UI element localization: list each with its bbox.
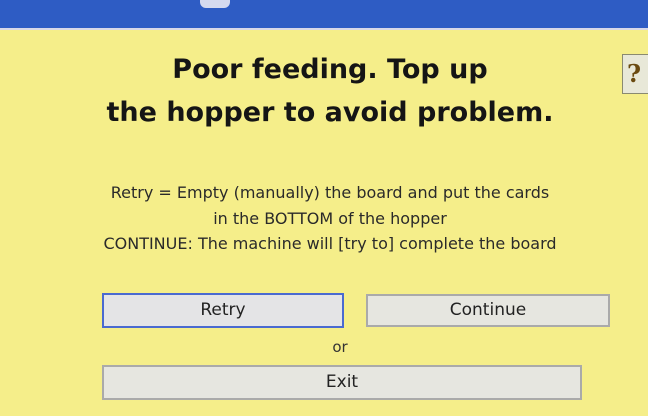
exit-button[interactable]: Exit [102,365,582,400]
instruction-continue-line: CONTINUE: The machine will [try to] comp… [103,234,557,254]
retry-button[interactable]: Retry [102,293,344,328]
instruction-retry-line-2: in the BOTTOM of the hopper [213,208,447,228]
feeding-alert-dialog: ? Poor feeding. Top up the hopper to avo… [0,0,648,416]
instructions-text: Retry = Empty (manually) the board and p… [0,180,648,257]
headline-line-1: Poor feeding. Top up [172,54,488,85]
instruction-retry-line-1: Retry = Empty (manually) the board and p… [110,183,550,202]
continue-button[interactable]: Continue [366,294,610,327]
window-titlebar[interactable] [0,0,648,30]
or-separator: or [332,338,348,356]
alert-headline: Poor feeding. Top up the hopper to avoid… [0,48,648,134]
headline-line-2: the hopper to avoid problem. [106,97,554,129]
titlebar-text-fragment [200,0,230,8]
